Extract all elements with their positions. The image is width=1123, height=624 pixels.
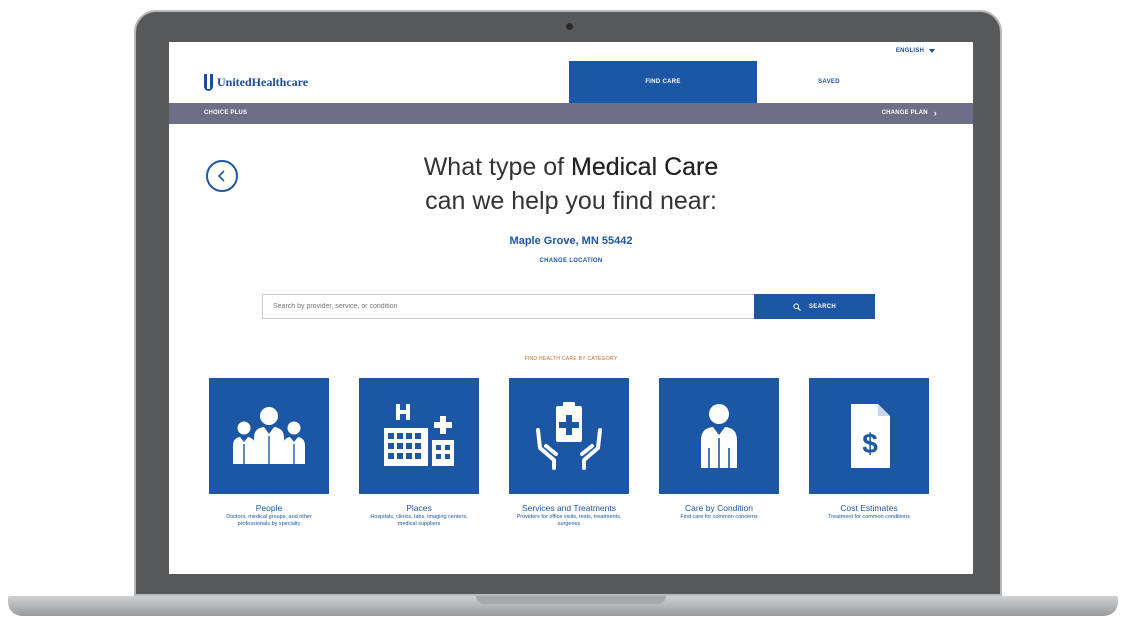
page-title-prefix: What type of xyxy=(423,153,571,181)
category-description: Providers for office visits, tests, trea… xyxy=(516,514,622,527)
change-plan-label: CHANGE PLAN xyxy=(881,110,928,116)
chevron-left-icon xyxy=(217,170,225,182)
category-card-services[interactable]: Services and Treatments Providers for of… xyxy=(509,378,629,528)
tab-find-care-label: FIND CARE xyxy=(645,79,681,85)
category-card-condition[interactable]: Care by Condition Find care for common c… xyxy=(659,378,779,521)
change-plan-link[interactable]: CHANGE PLAN › xyxy=(881,108,937,118)
category-tile[interactable] xyxy=(659,378,779,494)
search-icon xyxy=(793,302,801,311)
category-title: People xyxy=(255,503,283,513)
search-input[interactable] xyxy=(262,294,755,319)
plan-bar: CHOICE PLUS CHANGE PLAN › xyxy=(169,103,973,124)
category-heading: FIND HEALTH CARE BY CATEGORY xyxy=(524,356,618,362)
search-button-label: SEARCH xyxy=(808,303,837,310)
laptop-base-notch xyxy=(476,596,666,604)
svg-text:$: $ xyxy=(862,428,878,459)
category-title: Cost Estimates xyxy=(840,503,898,513)
category-tile[interactable]: $ xyxy=(809,378,929,494)
category-title: Care by Condition xyxy=(684,503,754,513)
category-card-cost[interactable]: $ Cost Estimates Treatment for common co… xyxy=(809,378,929,521)
caret-down-icon xyxy=(929,49,935,53)
chevron-right-icon: › xyxy=(933,108,937,118)
category-description: Doctors, medical groups, and other profe… xyxy=(226,514,312,527)
uhc-logo-icon xyxy=(204,74,213,91)
places-icon xyxy=(384,404,454,466)
webcam-icon xyxy=(566,23,573,30)
category-title: Places xyxy=(406,503,432,513)
tab-find-care[interactable]: FIND CARE xyxy=(569,61,757,103)
tab-saved-label: SAVED xyxy=(818,79,840,85)
page-title-line-1: What type of Medical Care xyxy=(269,150,873,184)
category-card-places[interactable]: Places Hospitals, clinics, labs, imaging… xyxy=(359,378,479,528)
brand-name: UnitedHealthcare xyxy=(217,75,309,89)
page-title-line-2: can we help you find near: xyxy=(425,187,717,215)
category-tile[interactable] xyxy=(359,378,479,494)
category-tile[interactable] xyxy=(509,378,629,494)
change-location-link[interactable]: CHANGE LOCATION xyxy=(319,258,823,264)
brand-logo[interactable]: UnitedHealthcare xyxy=(204,74,308,91)
tab-saved[interactable]: SAVED xyxy=(757,61,901,103)
category-title: Services and Treatments xyxy=(521,503,616,513)
category-description: Hospitals, clinics, labs, imaging center… xyxy=(370,514,468,527)
screen: ENGLISH UnitedHealthcare FIND CARE SAVED… xyxy=(169,42,973,574)
language-label: ENGLISH xyxy=(895,48,924,54)
people-icon xyxy=(233,407,305,464)
category-card-people[interactable]: People Doctors, medical groups, and othe… xyxy=(209,378,329,528)
search-button[interactable]: SEARCH xyxy=(754,294,875,319)
category-description: Treatment for common conditions xyxy=(828,514,910,520)
back-button[interactable] xyxy=(206,160,238,192)
plan-name: CHOICE PLUS xyxy=(204,110,248,116)
category-tile[interactable] xyxy=(209,378,329,494)
condition-icon xyxy=(701,404,737,468)
header: UnitedHealthcare FIND CARE SAVED xyxy=(169,61,973,103)
services-icon xyxy=(536,402,602,470)
current-location: Maple Grove, MN 55442 xyxy=(509,235,633,247)
language-selector[interactable]: ENGLISH xyxy=(896,48,935,54)
page-title-emphasis: Medical Care xyxy=(571,153,719,181)
cost-icon: $ xyxy=(851,404,890,468)
page-title: What type of Medical Care can we help yo… xyxy=(269,150,873,218)
category-description: Find care for common concerns xyxy=(680,514,758,520)
